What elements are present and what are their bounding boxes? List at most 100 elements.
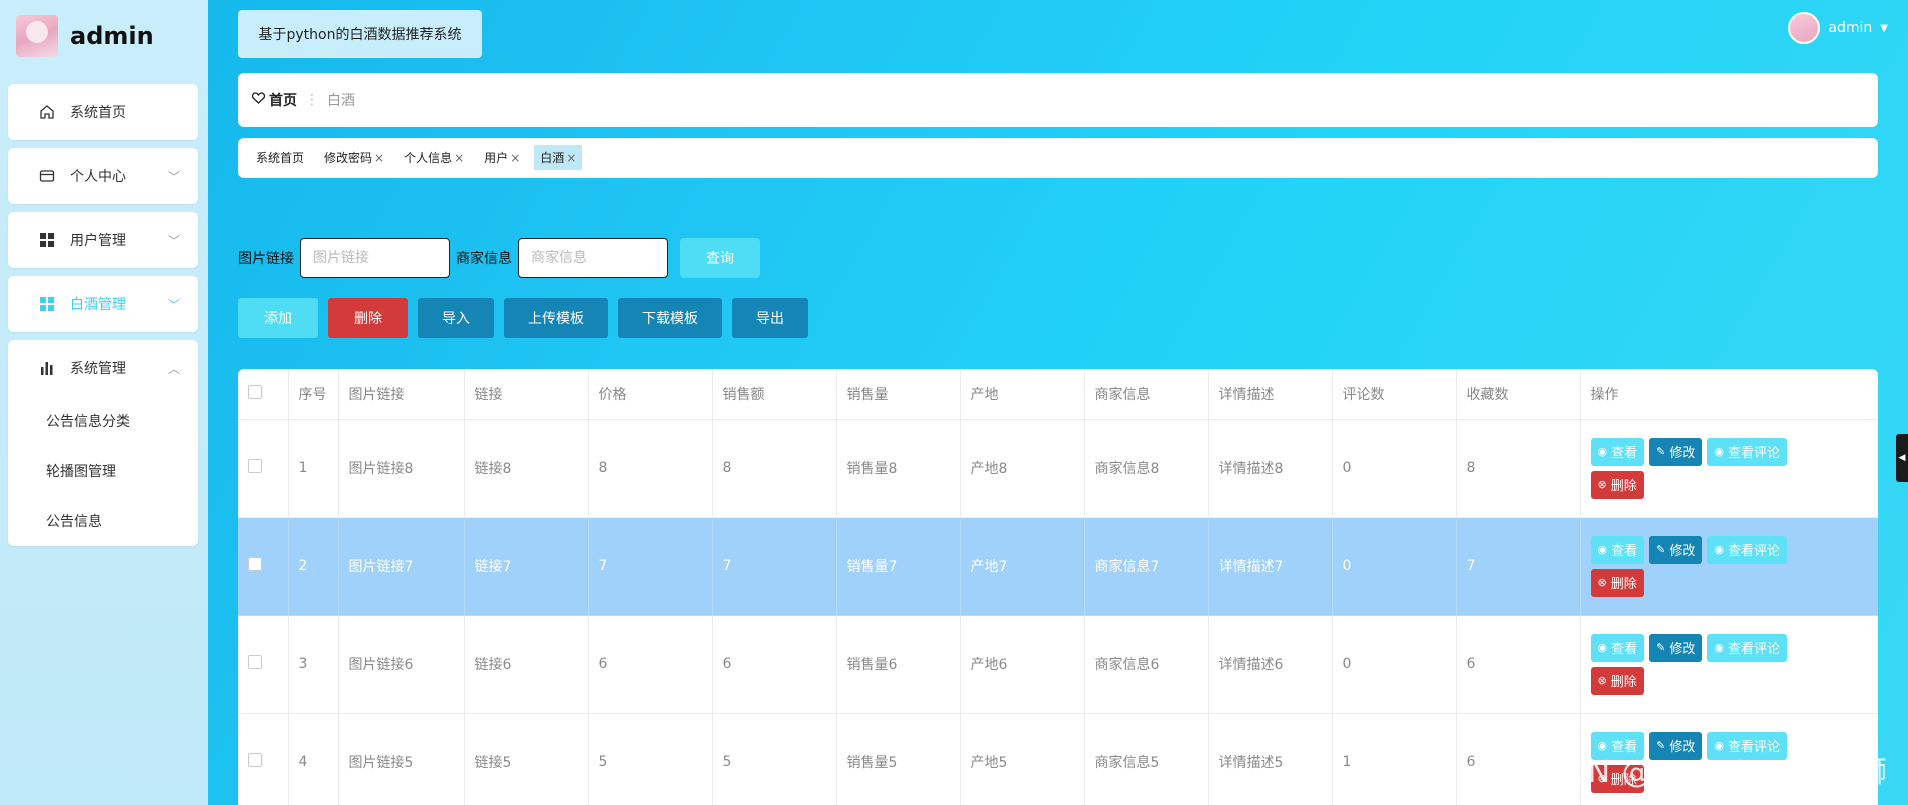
sidebar-item-personal-center[interactable]: 个人中心 ﹀ [8, 148, 198, 204]
table-row[interactable]: 2 图片链接7 链接7 7 7 销售量7 产地7 商家信息7 详情描述7 0 7… [238, 517, 1878, 616]
cell-no: 1 [288, 419, 339, 518]
add-button[interactable]: 添加 [238, 298, 318, 338]
view-comments-label: 查看评论 [1727, 544, 1780, 559]
cell-favorites: 8 [1456, 419, 1581, 518]
column-header: 详情描述 [1208, 369, 1333, 420]
sidebar-item-home[interactable]: 系统首页 [8, 84, 198, 140]
import-button[interactable]: 导入 [418, 298, 494, 338]
close-icon[interactable]: × [510, 151, 520, 165]
sidebar-item-liquor-management[interactable]: 白酒管理 ﹀ [8, 276, 198, 332]
cell-sales-volume: 销售量7 [836, 517, 961, 616]
action-toolbar: 添加 删除 导入 上传模板 下载模板 导出 [238, 298, 808, 338]
view-button[interactable]: ◉ 查看 [1590, 535, 1645, 564]
cell-price: 6 [588, 615, 713, 714]
cell-detail: 详情描述6 [1208, 615, 1333, 714]
card-icon [38, 167, 56, 185]
cell-ops: ◉ 查看 ✎ 修改 ◉ 查看评论 ⊗ 删除 [1580, 517, 1878, 616]
column-header: 销售量 [836, 369, 961, 420]
query-button[interactable]: 查询 [680, 238, 760, 278]
row-delete-button[interactable]: ⊗ 删除 [1590, 568, 1644, 597]
cell-price: 8 [588, 419, 713, 518]
tag-home[interactable]: 系统首页 [250, 145, 310, 170]
edit-button[interactable]: ✎ 修改 [1649, 535, 1703, 564]
table-header-row: 序号 图片链接 链接 价格 销售额 销售量 产地 商家信息 详情描述 评论数 收… [238, 369, 1878, 420]
cell-sales-volume: 销售量8 [836, 419, 961, 518]
row-delete-label: 删除 [1610, 675, 1637, 690]
cell-merchant: 商家信息5 [1084, 713, 1209, 805]
sidebar-item-label: 个人中心 [70, 169, 126, 185]
cell-no: 2 [288, 517, 339, 616]
eye-icon: ◉ [1714, 445, 1724, 458]
brand: admin [16, 14, 154, 58]
cell-link: 链接5 [464, 713, 589, 805]
close-icon[interactable]: × [374, 151, 384, 165]
merchant-info-input[interactable] [518, 238, 668, 278]
cell-favorites: 7 [1456, 517, 1581, 616]
sidebar-menu: 系统首页 个人中心 ﹀ 用户管理 ﹀ 白酒管理 ﹀ 系统管理 ︿ 公告信息分类 … [8, 84, 198, 554]
cell-origin: 产地6 [960, 615, 1085, 714]
row-checkbox[interactable] [248, 655, 262, 669]
data-table: 序号 图片链接 链接 价格 销售额 销售量 产地 商家信息 详情描述 评论数 收… [238, 369, 1878, 805]
cell-link: 链接8 [464, 419, 589, 518]
cell-origin: 产地7 [960, 517, 1085, 616]
tag-label: 系统首页 [256, 151, 305, 165]
delete-button[interactable]: 删除 [328, 298, 408, 338]
tag-label: 修改密码 [324, 151, 373, 165]
cell-link: 链接7 [464, 517, 589, 616]
row-delete-button[interactable]: ⊗ 删除 [1590, 470, 1644, 499]
column-header: 链接 [464, 369, 589, 420]
tag-users[interactable]: 用户 × [478, 145, 526, 170]
table-row[interactable]: 3 图片链接6 链接6 6 6 销售量6 产地6 商家信息6 详情描述6 0 6… [238, 615, 1878, 714]
sidebar-item-label: 系统首页 [70, 105, 126, 121]
sidebar-item-user-management[interactable]: 用户管理 ﹀ [8, 212, 198, 268]
chevron-down-icon: ﹀ [167, 233, 180, 248]
close-circle-icon: ⊗ [1597, 478, 1607, 491]
close-icon[interactable]: × [454, 151, 464, 165]
cell-merchant: 商家信息8 [1084, 419, 1209, 518]
cell-detail: 详情描述7 [1208, 517, 1333, 616]
table-row[interactable]: 1 图片链接8 链接8 8 8 销售量8 产地8 商家信息8 详情描述8 0 8… [238, 419, 1878, 518]
image-link-input[interactable] [300, 238, 450, 278]
view-comments-button[interactable]: ◉ 查看评论 [1707, 535, 1787, 564]
tag-personal-info[interactable]: 个人信息 × [398, 145, 470, 170]
edit-label: 修改 [1669, 544, 1696, 559]
row-delete-button[interactable]: ⊗ 删除 [1590, 666, 1644, 695]
heart-icon [251, 92, 266, 108]
view-button[interactable]: ◉ 查看 [1590, 633, 1645, 662]
select-all-checkbox[interactable] [248, 384, 262, 399]
cell-comments: 1 [1332, 713, 1457, 805]
select-all-cell[interactable] [238, 369, 289, 420]
edit-button[interactable]: ✎ 修改 [1649, 633, 1703, 662]
cell-sales-amount: 5 [712, 713, 837, 805]
edit-button[interactable]: ✎ 修改 [1649, 437, 1703, 466]
row-checkbox[interactable] [248, 459, 262, 473]
tag-liquor[interactable]: 白酒 × [534, 145, 583, 170]
close-icon[interactable]: × [566, 151, 576, 165]
cell-ops: ◉ 查看 ✎ 修改 ◉ 查看评论 ⊗ 删除 [1580, 615, 1878, 714]
view-button[interactable]: ◉ 查看 [1590, 437, 1645, 466]
sidebar-subitem-notice[interactable]: 公告信息 [8, 496, 198, 546]
tag-change-password[interactable]: 修改密码 × [318, 145, 390, 170]
breadcrumb: 首页 ⋮ 白酒 [238, 73, 1878, 127]
view-comments-button[interactable]: ◉ 查看评论 [1707, 633, 1787, 662]
breadcrumb-home[interactable]: 首页 [251, 90, 297, 110]
collapse-handle[interactable]: ◀ [1896, 434, 1908, 482]
user-menu[interactable]: admin ▼ [1788, 10, 1888, 46]
image-link-label: 图片链接 [238, 251, 294, 267]
row-checkbox[interactable] [248, 557, 262, 571]
sidebar-subitem-notice-category[interactable]: 公告信息分类 [8, 396, 198, 446]
sidebar-card-personal: 个人中心 ﹀ [8, 148, 198, 204]
close-circle-icon: ⊗ [1597, 576, 1607, 589]
cell-image-link: 图片链接8 [338, 419, 465, 518]
view-comments-button[interactable]: ◉ 查看评论 [1707, 437, 1787, 466]
chevron-left-icon: ◀ [1898, 453, 1906, 463]
sidebar-card-system: 系统管理 ︿ 公告信息分类 轮播图管理 公告信息 [8, 340, 198, 546]
sidebar: admin 系统首页 个人中心 ﹀ 用户管理 ﹀ 白酒管理 ﹀ 系统管理 ︿ 公… [0, 0, 208, 805]
upload-template-button[interactable]: 上传模板 [504, 298, 608, 338]
export-button[interactable]: 导出 [732, 298, 808, 338]
download-template-button[interactable]: 下载模板 [618, 298, 722, 338]
sidebar-card-users: 用户管理 ﹀ [8, 212, 198, 268]
row-checkbox[interactable] [248, 753, 262, 767]
sidebar-subitem-carousel[interactable]: 轮播图管理 [8, 446, 198, 496]
sidebar-item-system-management[interactable]: 系统管理 ︿ [8, 340, 198, 396]
